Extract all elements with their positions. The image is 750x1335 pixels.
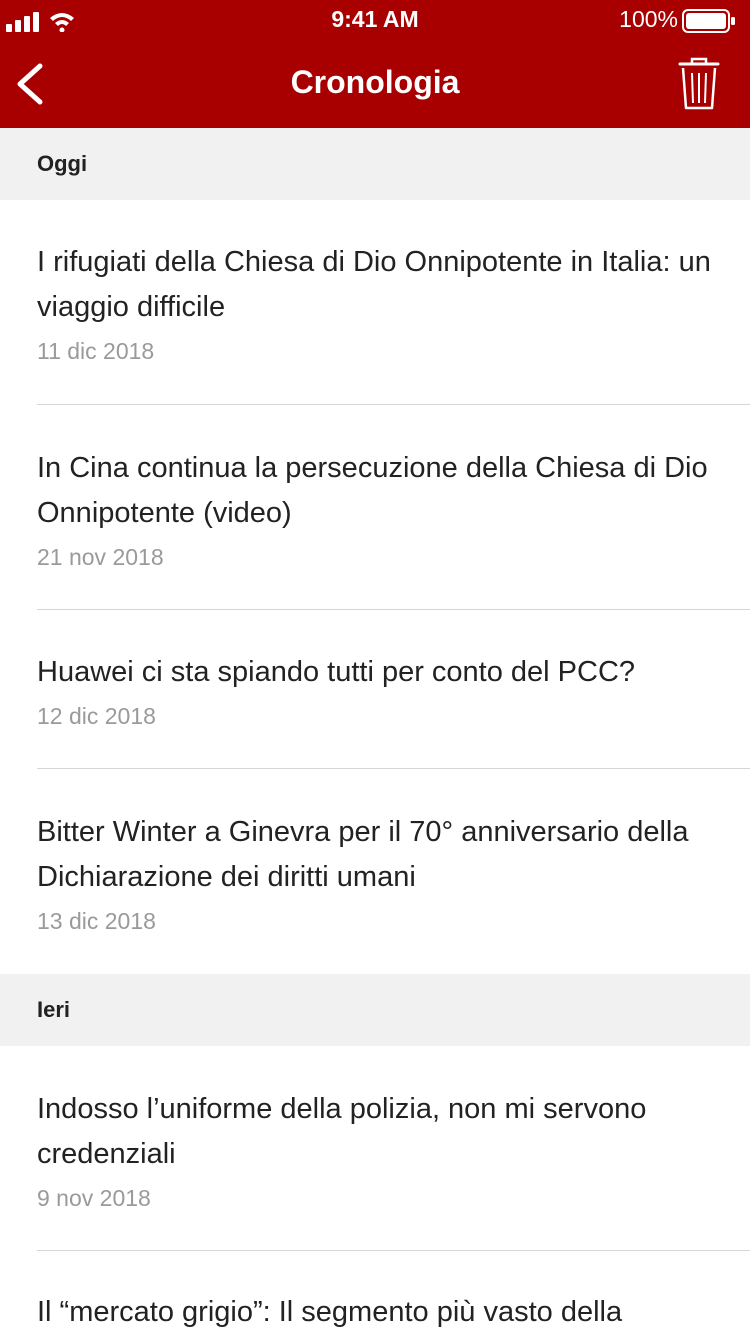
history-item-title: I rifugiati della Chiesa di Dio Onnipote… bbox=[37, 246, 711, 323]
battery-percentage: 100% bbox=[619, 6, 678, 32]
trash-icon[interactable] bbox=[678, 57, 720, 111]
history-item[interactable]: Indosso l’uniforme della polizia, non mi… bbox=[0, 1087, 750, 1212]
status-bar: 9:41 AM 100% bbox=[0, 0, 750, 40]
page-title: Cronologia bbox=[290, 64, 460, 100]
divider bbox=[37, 404, 750, 405]
history-item-date: 21 nov 2018 bbox=[37, 544, 164, 570]
history-item[interactable]: I rifugiati della Chiesa di Dio Onnipote… bbox=[0, 240, 750, 365]
history-item-date: 11 dic 2018 bbox=[37, 338, 155, 364]
history-item-title: Indosso l’uniforme della polizia, non mi… bbox=[37, 1093, 647, 1170]
app-header: 9:41 AM 100% Cronologia bbox=[0, 0, 750, 128]
history-item-date: 13 dic 2018 bbox=[37, 908, 156, 934]
history-item-date: 12 dic 2018 bbox=[37, 703, 156, 729]
history-item[interactable]: In Cina continua la persecuzione della C… bbox=[0, 446, 750, 571]
divider bbox=[37, 609, 750, 610]
divider bbox=[37, 768, 750, 769]
history-item-title: Il “mercato grigio”: Il segmento più vas… bbox=[37, 1296, 623, 1328]
divider bbox=[37, 1250, 750, 1251]
section-header-yesterday: Ieri bbox=[0, 974, 750, 1046]
history-item-title: Bitter Winter a Ginevra per il 70° anniv… bbox=[37, 816, 689, 893]
battery-icon bbox=[682, 9, 735, 33]
section-header-today: Oggi bbox=[0, 128, 750, 200]
history-item-title: Huawei ci sta spiando tutti per conto de… bbox=[37, 656, 636, 688]
history-item[interactable]: Bitter Winter a Ginevra per il 70° anniv… bbox=[0, 810, 750, 935]
history-item[interactable]: Huawei ci sta spiando tutti per conto de… bbox=[0, 650, 750, 730]
history-item[interactable]: Il “mercato grigio”: Il segmento più vas… bbox=[0, 1290, 750, 1335]
history-item-title: In Cina continua la persecuzione della C… bbox=[37, 452, 708, 529]
history-item-date: 9 nov 2018 bbox=[37, 1185, 151, 1211]
